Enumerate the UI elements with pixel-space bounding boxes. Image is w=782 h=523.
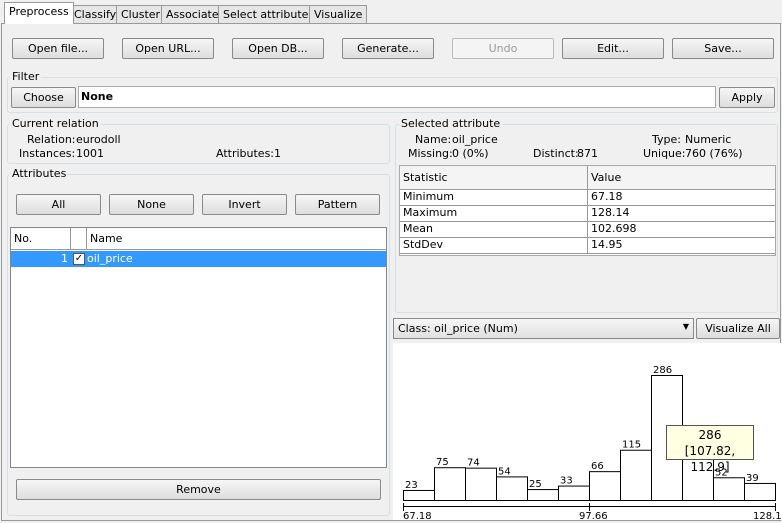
all-button[interactable]: All [16,194,101,215]
statistic-cell: Minimum [400,190,588,206]
missing-value: 0 (0%) [452,147,489,160]
tooltip-count: 286 [698,428,722,442]
histogram-bar [527,489,559,501]
col-check-header[interactable] [71,228,87,250]
col-no-header[interactable]: No. [11,228,71,250]
distinct-label: Distinct: [533,147,579,160]
tab-preprocess[interactable]: Preprocess [4,2,74,24]
histogram-bar [558,485,590,501]
relation-value: eurodoll [76,133,121,146]
filter-title: Filter [10,70,42,83]
x-tick-label: 97.66 [579,511,608,520]
bar-count-label: 23 [405,480,418,491]
attribute-row[interactable]: 1 ✓ oil_price [11,251,386,267]
current-relation-title: Current relation [10,117,101,130]
none-button[interactable]: None [109,194,194,215]
tab-associate[interactable]: Associate [161,5,224,23]
col-name-header[interactable]: Name [87,228,386,250]
attribute-no: 1 [61,252,68,265]
tab-classify[interactable]: Classify [69,5,122,23]
value-header[interactable]: Value [588,166,775,190]
attributes-table: No. Name 1 ✓ oil_price [10,227,387,468]
bar-count-label: 75 [436,457,449,468]
bar-count-label: 286 [653,365,672,376]
type-value: Numeric [685,133,732,146]
histogram-bar [620,449,652,501]
attribute-name: oil_price [87,252,133,265]
choose-button[interactable]: Choose [11,87,76,108]
x-tick-label: 128.14 [753,511,782,520]
statistic-cell: StdDev [400,238,588,254]
edit-button[interactable]: Edit... [562,38,664,59]
filter-field[interactable]: None [78,86,716,108]
relation-label: Relation: [27,133,76,146]
selected-attribute-title: Selected attribute [399,117,503,130]
statistic-cell: Maximum [400,206,588,222]
attributes-count-value: 1 [274,147,281,160]
bar-count-label: 74 [467,458,480,469]
visualize-all-button[interactable]: Visualize All [696,318,780,339]
unique-label: Unique: [643,147,686,160]
attributes-title: Attributes [10,167,69,180]
value-cell: 102.698 [588,222,775,238]
distinct-value: 871 [577,147,598,160]
tab-select-attributes[interactable]: Select attributes [218,5,320,23]
histogram-panel[interactable]: 23757454253366115286150523967.1897.66128… [393,343,782,522]
histogram-bar [465,467,497,501]
class-select[interactable]: Class: oil_price (Num) ▼ [393,318,694,339]
histogram-bar [589,471,621,501]
chevron-down-icon: ▼ [682,322,689,331]
bar-count-label: 115 [622,440,641,451]
histogram-bar [713,477,745,501]
remove-button[interactable]: Remove [16,479,381,500]
unique-value: 760 (76%) [685,147,743,160]
name-value: oil_price [452,133,498,146]
apply-button[interactable]: Apply [719,87,775,108]
bar-count-label: 25 [529,479,542,490]
open-url-button[interactable]: Open URL... [122,38,214,59]
statistic-cell: Mean [400,222,588,238]
statistic-header[interactable]: Statistic [400,166,588,190]
open-db-button[interactable]: Open DB... [232,38,324,59]
histogram-bar [403,489,435,502]
pattern-button[interactable]: Pattern [295,194,380,215]
bar-count-label: 54 [498,466,511,477]
instances-value: 1001 [76,147,104,160]
value-cell: 128.14 [588,206,775,222]
tab-visualize[interactable]: Visualize [309,5,368,23]
histogram-bar [744,482,776,501]
value-cell: 14.95 [588,238,775,254]
tab-cluster[interactable]: Cluster [116,5,166,23]
type-label: Type: [652,133,681,146]
bar-count-label: 33 [560,476,573,487]
x-tick-label: 67.18 [403,511,432,520]
open-file-button[interactable]: Open file... [12,38,104,59]
histogram-bar [434,467,466,502]
attributes-count-label: Attributes: [216,147,275,160]
histogram-bar [496,476,528,502]
statistics-table: Statistic Value Minimum 67.18 Maximum 128… [399,165,776,256]
attribute-checkbox[interactable]: ✓ [73,253,85,265]
name-label: Name: [415,133,452,146]
bar-count-label: 66 [591,461,604,472]
undo-button[interactable]: Undo [452,38,554,59]
tooltip-range: [107.82, 112.9] [684,444,736,474]
save-button[interactable]: Save... [672,38,774,59]
histogram-tooltip: 286 [107.82, 112.9] [666,425,754,474]
generate-button[interactable]: Generate... [342,38,434,59]
class-select-value: Class: oil_price (Num) [398,322,518,335]
instances-label: Instances: [19,147,76,160]
invert-button[interactable]: Invert [202,194,287,215]
missing-label: Missing: [408,147,453,160]
value-cell: 67.18 [588,190,775,206]
